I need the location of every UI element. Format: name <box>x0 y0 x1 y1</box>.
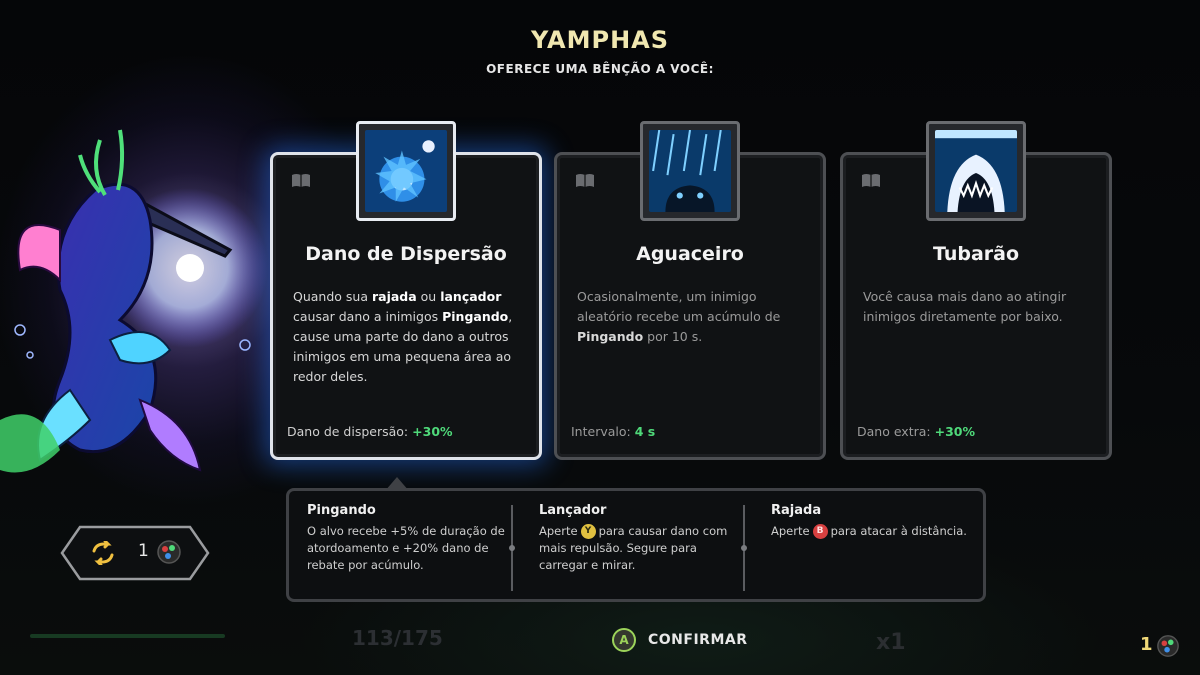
stat-value: 4 s <box>634 424 656 439</box>
book-icon <box>862 174 880 187</box>
confirm-prompt[interactable]: A CONFIRMAR <box>612 628 748 652</box>
y-button-icon: Y <box>580 524 596 539</box>
tooltip-divider <box>509 505 515 591</box>
keyword-text: Aperte Bpara atacar à distância. <box>771 524 967 539</box>
card-icon-frame <box>356 121 456 221</box>
card-stat: Intervalo: 4 s <box>571 424 655 439</box>
keyword-title: Pingando <box>307 503 376 518</box>
book-icon <box>292 174 310 187</box>
card-title: Tubarão <box>932 243 1020 265</box>
keyword-text: O alvo recebe +5% de duração de atordoam… <box>307 524 505 572</box>
card-description: Ocasionalmente, um inimigo aleatório rec… <box>577 289 781 344</box>
card-icon-frame <box>926 121 1026 221</box>
reroll-count: 1 <box>138 541 149 561</box>
stat-label: Dano extra: <box>857 424 931 439</box>
stat-value: +30% <box>412 424 453 439</box>
keyword-tooltip: Pingando O alvo recebe +5% de duração de… <box>286 477 986 602</box>
card-description: Você causa mais dano ao atingir inimigos… <box>863 289 1067 324</box>
yamphas-creature-art <box>0 129 268 473</box>
stat-value: +30% <box>934 424 976 439</box>
blessing-subtitle: OFERECE UMA BÊNÇÃO A VOCÊ: <box>486 62 714 76</box>
blessing-card-scatter-damage[interactable]: Dano de Dispersão Quando sua rajada ou l… <box>270 121 542 460</box>
blessing-card-downpour[interactable]: Aguaceiro Ocasionalmente, um inimigo ale… <box>554 121 826 460</box>
keyword-text: Aperte Ypara causar dano com mais repulsã… <box>539 524 728 572</box>
hp-readout: 113/175 <box>352 626 443 650</box>
stat-label: Intervalo: <box>571 424 631 439</box>
blessing-card-shark[interactable]: Tubarão Você causa mais dano ao atingir … <box>840 121 1112 460</box>
card-stat: Dano extra: +30% <box>857 424 975 439</box>
card-title: Dano de Dispersão <box>305 243 507 265</box>
god-name: YAMPHAS <box>530 26 670 54</box>
tooltip-notch <box>385 477 409 491</box>
blessing-header: YAMPHAS OFERECE UMA BÊNÇÃO A VOCÊ: <box>0 26 1200 76</box>
reroll-button[interactable]: 1 <box>60 525 210 581</box>
keyword-title: Lançador <box>539 503 607 518</box>
tooltip-divider <box>741 505 747 591</box>
keyword-pingando: Pingando O alvo recebe +5% de duração de… <box>307 503 517 574</box>
card-stat: Dano de dispersão: +30% <box>287 424 453 439</box>
stat-label: Dano de dispersão: <box>287 424 409 439</box>
multiplier-readout: x1 <box>876 630 906 655</box>
corner-currency-count: 1 <box>1140 634 1153 655</box>
keyword-rajada: Rajada Aperte Bpara atacar à distância. <box>771 503 981 540</box>
card-title: Aguaceiro <box>636 243 744 265</box>
confirm-label: CONFIRMAR <box>648 632 748 648</box>
rain-downpour-icon <box>649 129 731 212</box>
keyword-lancador: Lançador Aperte Ypara causar dano com mai… <box>539 503 749 574</box>
b-button-icon: B <box>812 524 828 539</box>
book-icon <box>576 174 594 187</box>
scatter-burst-icon <box>365 130 447 212</box>
card-description: Quando sua rajada ou lançador causar dan… <box>293 289 513 384</box>
reroll-frame <box>60 525 210 581</box>
keyword-title: Rajada <box>771 503 822 518</box>
a-button-icon: A <box>612 628 636 652</box>
card-icon-frame <box>640 121 740 221</box>
reroll-arrows-icon <box>92 541 114 565</box>
shark-jaws-icon <box>935 130 1017 212</box>
hud-progress-bar <box>30 634 225 638</box>
dice-gem-icon <box>157 540 181 564</box>
dice-gem-icon <box>1157 635 1179 657</box>
